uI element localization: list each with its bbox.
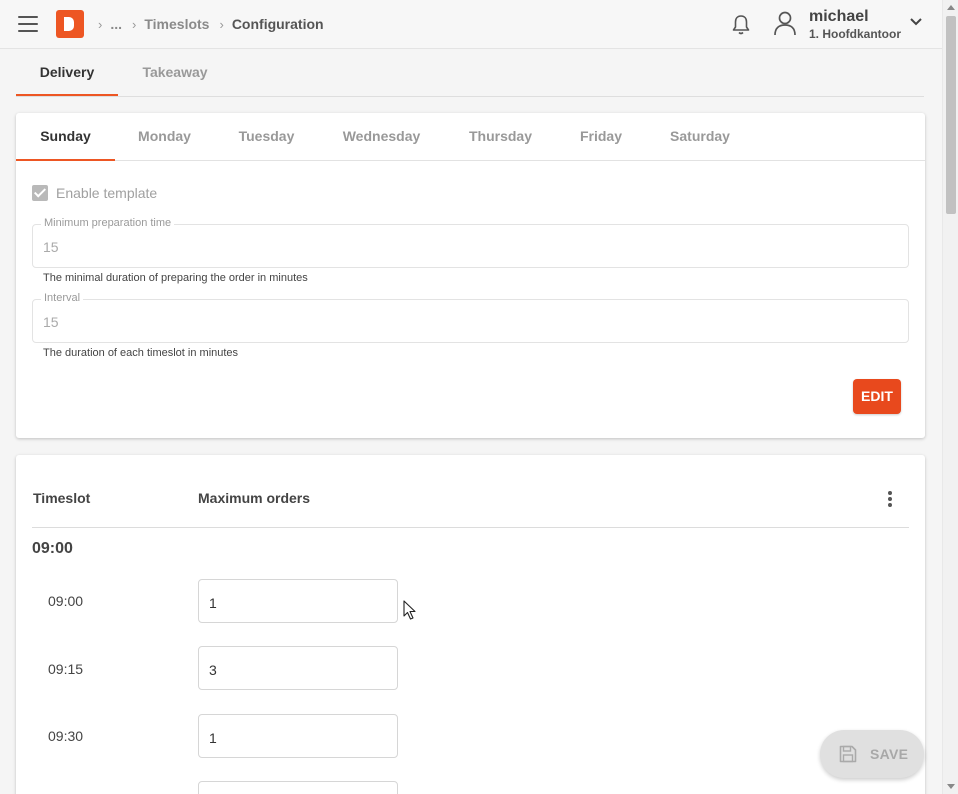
timeslot-card: Timeslot Maximum orders 09:00 09:00 1 09… [16,455,925,794]
scroll-thumb[interactable] [946,16,956,214]
tab-takeaway[interactable]: Takeaway [126,49,224,96]
breadcrumb: › ... › Timeslots › Configuration [98,15,334,33]
min-prep-time-label: Minimum preparation time [41,217,175,229]
table-divider [32,527,909,528]
timeslot-time: 09:30 [48,728,84,744]
interval-field[interactable]: Interval 15 [32,292,909,343]
user-name[interactable]: michael [809,8,869,26]
scroll-down-arrow[interactable] [947,784,955,789]
save-label: SAVE [870,746,909,762]
column-header-max-orders: Maximum orders [198,490,311,506]
timeslot-time: 09:15 [48,661,84,677]
interval-helper: The duration of each timeslot in minutes [43,347,239,359]
page-scrollbar[interactable] [942,0,958,794]
interval-value: 15 [43,314,59,330]
user-icon[interactable] [773,10,797,36]
tab-monday[interactable]: Monday [115,113,214,161]
chevron-down-icon[interactable] [909,17,923,27]
save-button[interactable]: SAVE [820,730,924,778]
app-header: › ... › Timeslots › Configuration michae… [0,0,942,49]
tab-friday[interactable]: Friday [557,113,645,161]
more-vertical-icon[interactable] [887,491,893,509]
template-card: Sunday Monday Tuesday Wednesday Thursday… [16,113,925,438]
mouse-cursor-icon [403,600,416,620]
max-orders-input[interactable]: 1 [198,579,398,623]
min-prep-time-field[interactable]: Minimum preparation time 15 [32,217,909,268]
tab-wednesday[interactable]: Wednesday [319,113,444,161]
chevron-right-icon: › [98,16,103,32]
tab-tuesday[interactable]: Tuesday [214,113,319,161]
day-tabs: Sunday Monday Tuesday Wednesday Thursday… [16,113,925,161]
column-header-timeslot: Timeslot [33,490,91,506]
chevron-right-icon: › [219,16,224,32]
scroll-up-arrow[interactable] [947,5,955,10]
breadcrumb-ellipsis[interactable]: ... [110,16,122,32]
logo-icon[interactable] [56,10,84,38]
tab-delivery[interactable]: Delivery [16,49,118,96]
user-location[interactable]: 1. Hoofdkantoor [809,27,901,41]
tab-sunday[interactable]: Sunday [16,113,115,161]
enable-template-checkbox[interactable] [32,185,48,201]
menu-icon[interactable] [18,16,38,32]
timeslot-group-heading: 09:00 [32,540,73,557]
breadcrumb-configuration: Configuration [231,16,324,32]
max-orders-input[interactable] [198,781,398,794]
min-prep-time-helper: The minimal duration of preparing the or… [43,272,308,284]
timeslot-time: 09:00 [48,593,84,609]
save-icon [839,745,857,763]
tab-thursday[interactable]: Thursday [444,113,557,161]
tab-saturday[interactable]: Saturday [645,113,755,161]
max-orders-input[interactable]: 3 [198,646,398,690]
enable-template-label: Enable template [56,185,158,201]
bell-icon[interactable] [731,14,751,36]
edit-button[interactable]: EDIT [853,379,901,414]
max-orders-input[interactable]: 1 [198,714,398,758]
interval-label: Interval [41,292,84,304]
service-tabs: Delivery Takeaway [16,49,924,97]
min-prep-time-value: 15 [43,239,59,255]
breadcrumb-timeslots[interactable]: Timeslots [144,16,209,32]
chevron-right-icon: › [132,16,137,32]
